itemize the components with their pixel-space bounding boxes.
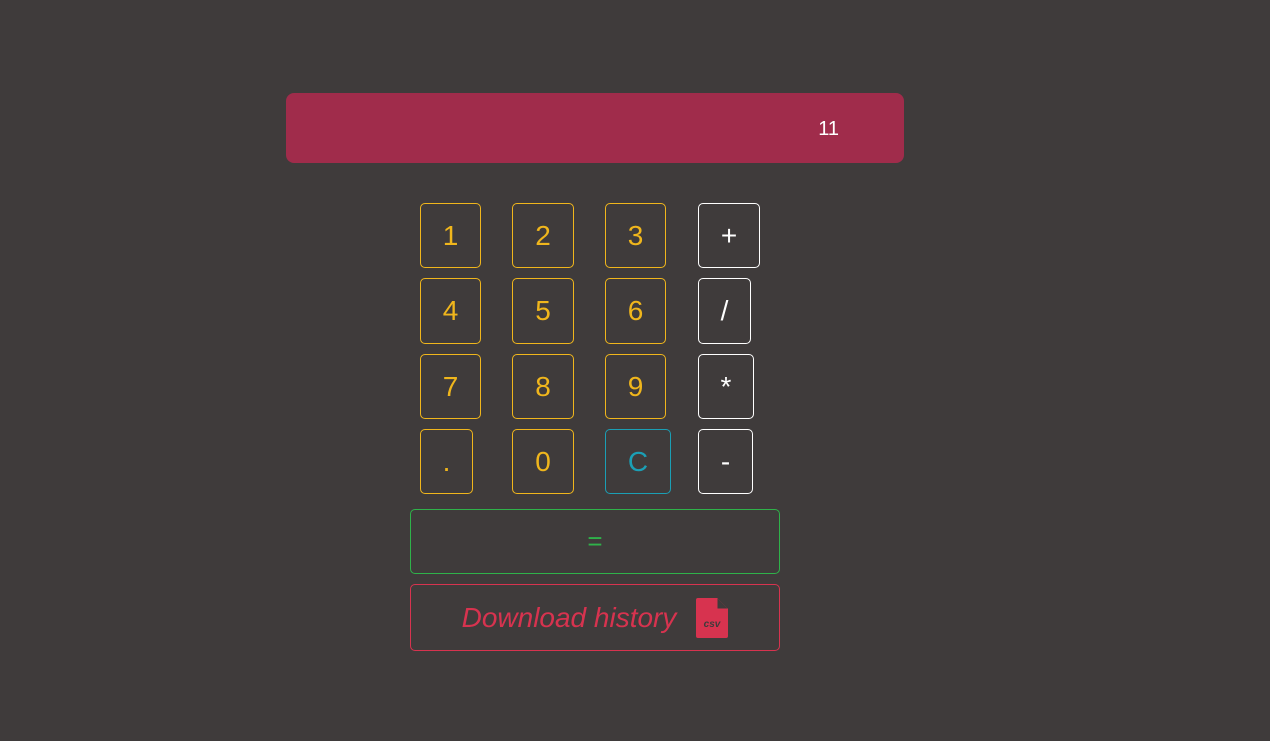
key-minus[interactable]: - [698,429,753,494]
key-2[interactable]: 2 [512,203,574,268]
csv-file-icon: csv [696,597,729,638]
key-8[interactable]: 8 [512,354,574,419]
key-clear[interactable]: C [605,429,671,494]
key-decimal[interactable]: . [420,429,473,494]
key-4[interactable]: 4 [420,278,481,344]
equals-label: = [587,526,603,556]
key-divide[interactable]: / [698,278,751,344]
download-history-label: Download history [461,601,677,633]
download-history-button[interactable]: Download history csv [410,584,780,651]
equals-button[interactable]: = [410,509,780,574]
key-multiply[interactable]: * [698,354,754,419]
key-9[interactable]: 9 [605,354,666,419]
csv-icon-text: csv [704,619,722,630]
key-7[interactable]: 7 [420,354,481,419]
calculator-display: 11 [286,93,904,163]
key-0[interactable]: 0 [512,429,574,494]
key-1[interactable]: 1 [420,203,481,268]
key-5[interactable]: 5 [512,278,574,344]
key-plus[interactable]: + [698,203,760,268]
display-value: 11 [818,118,839,140]
key-3[interactable]: 3 [605,203,666,268]
key-6[interactable]: 6 [605,278,666,344]
